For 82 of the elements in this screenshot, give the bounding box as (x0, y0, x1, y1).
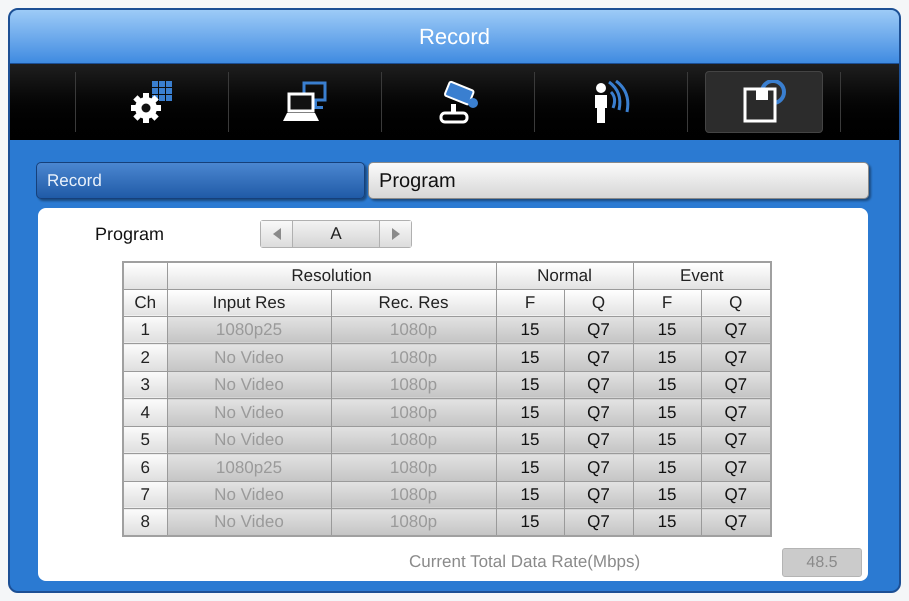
table-cell: 1080p (331, 454, 496, 481)
floppy-disk-icon (742, 80, 786, 124)
column-group-header: Resolution (167, 262, 496, 289)
table-cell: 1080p (331, 508, 496, 536)
table-cell: Q7 (701, 344, 772, 371)
table-cell: Q7 (564, 481, 634, 508)
table-cell: 1080p (331, 481, 496, 508)
table-cell: Q7 (701, 371, 772, 398)
window-title: Record (419, 23, 490, 51)
table-cell: Q7 (701, 481, 772, 508)
table-cell: 15 (496, 344, 564, 371)
computers-icon (283, 80, 327, 124)
data-rate-label: Current Total Data Rate(Mbps) (409, 552, 640, 571)
column-header: F (633, 289, 702, 316)
table-cell: 15 (633, 398, 702, 426)
column-header: Rec. Res (331, 289, 496, 316)
channel-cell: 7 (123, 481, 167, 508)
right-arrow-icon (392, 228, 400, 240)
channel-cell: 5 (123, 426, 167, 454)
table-cell: No Video (167, 481, 331, 508)
table-cell: No Video (167, 426, 331, 454)
table-cell: 1080p25 (167, 316, 331, 344)
column-header: Ch (123, 289, 167, 316)
channel-cell: 8 (123, 508, 167, 536)
table-cell: 15 (633, 426, 702, 454)
column-header: Q (564, 289, 634, 316)
table-cell: Q7 (564, 454, 634, 481)
channel-cell: 1 (123, 316, 167, 344)
tab[interactable]: Record (36, 162, 365, 199)
table-cell: 15 (633, 344, 702, 371)
table-cell: 15 (496, 316, 564, 344)
table-cell: 15 (496, 426, 564, 454)
table-cell: Q7 (701, 454, 772, 481)
channel-cell: 4 (123, 398, 167, 426)
table-cell: 1080p (331, 426, 496, 454)
program-label: Program (95, 224, 164, 244)
program-value: A (329, 223, 343, 245)
table-cell: No Video (167, 398, 331, 426)
table-cell: 1080p (331, 344, 496, 371)
table-cell: Q7 (564, 371, 634, 398)
table-cell: 15 (633, 508, 702, 536)
table-cell: 15 (496, 454, 564, 481)
channel-cell: 3 (123, 371, 167, 398)
tab[interactable]: Program (368, 162, 869, 199)
channel-cell: 2 (123, 344, 167, 371)
table-cell: 1080p (331, 398, 496, 426)
gear-icon (130, 80, 174, 124)
program-spinner[interactable]: A (260, 220, 412, 248)
table-cell: Q7 (564, 344, 634, 371)
column-header: Input Res (167, 289, 331, 316)
table-cell: 15 (496, 508, 564, 536)
column-header: Q (701, 289, 772, 316)
left-arrow-icon (272, 228, 280, 240)
table-cell: Q7 (701, 316, 772, 344)
table-cell: No Video (167, 508, 331, 536)
table-cell: Q7 (564, 316, 634, 344)
table-cell: Q7 (564, 398, 634, 426)
table-cell: 15 (633, 481, 702, 508)
column-group-header: Event (633, 262, 772, 289)
data-rate-value: 48.5 (782, 548, 862, 576)
table-cell: 15 (633, 316, 702, 344)
table-cell: Q7 (701, 426, 772, 454)
table-cell: 1080p (331, 316, 496, 344)
table-cell: Q7 (701, 508, 772, 536)
toolbar-button[interactable] (705, 71, 823, 133)
table-cell: No Video (167, 344, 331, 371)
table-cell: Q7 (701, 398, 772, 426)
table-cell: 1080p25 (167, 454, 331, 481)
table-cell: 15 (633, 371, 702, 398)
previous-button[interactable] (261, 221, 293, 247)
table-cell: Q7 (564, 426, 634, 454)
table-cell: 15 (496, 481, 564, 508)
table-cell: 15 (633, 454, 702, 481)
table-cell: 15 (496, 398, 564, 426)
table-cell: No Video (167, 371, 331, 398)
table-cell: 1080p (331, 371, 496, 398)
column-header: F (496, 289, 564, 316)
table-cell: Q7 (564, 508, 634, 536)
next-button[interactable] (379, 221, 411, 247)
column-group-header: Normal (496, 262, 634, 289)
channel-cell: 6 (123, 454, 167, 481)
table-cell: 15 (496, 371, 564, 398)
